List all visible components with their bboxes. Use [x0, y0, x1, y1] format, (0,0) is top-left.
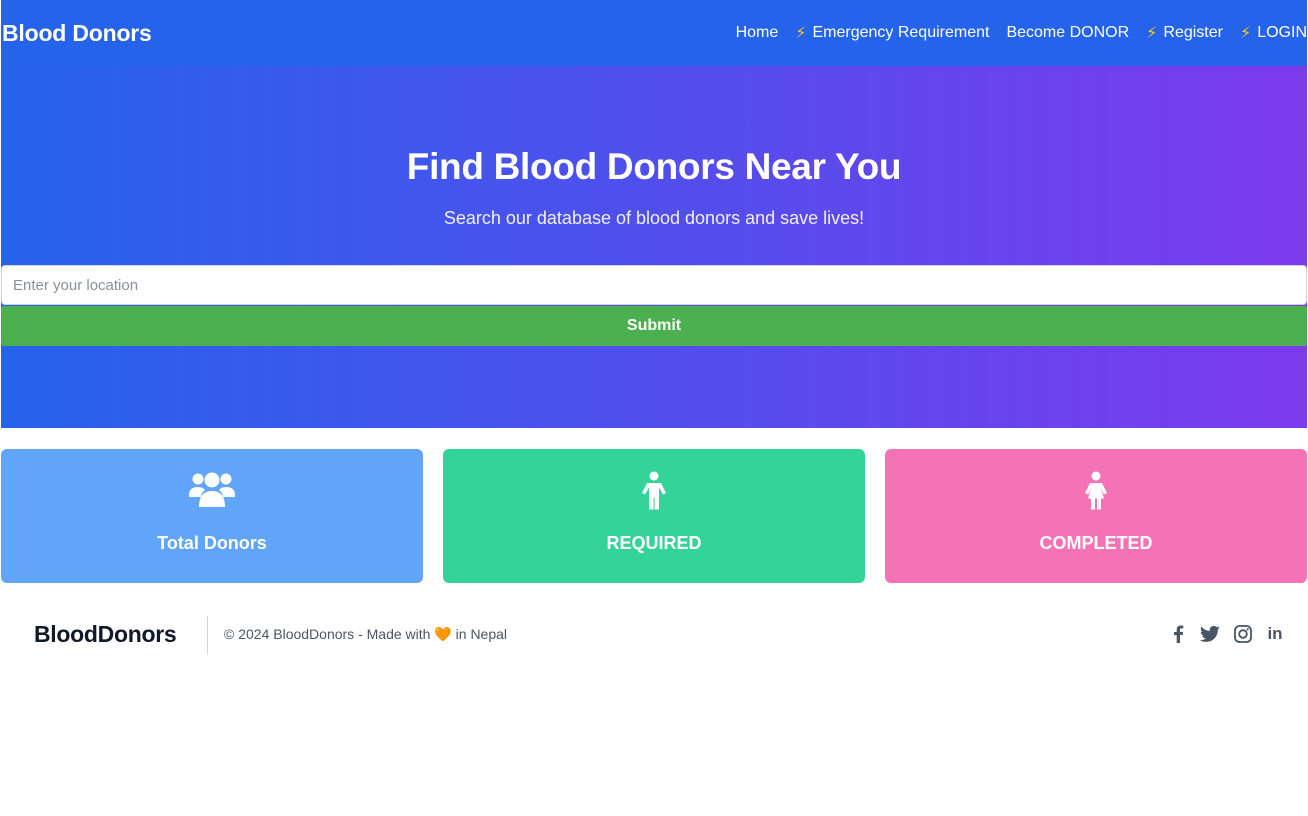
instagram-icon[interactable]: [1233, 624, 1253, 644]
twitter-icon[interactable]: [1200, 624, 1220, 644]
nav-become-donor-link[interactable]: Become DONOR: [1006, 24, 1129, 42]
nav-links: Home ⚡ Emergency Requirement Become DONO…: [736, 0, 1307, 66]
navbar: Blood Donors Home ⚡ Emergency Requiremen…: [1, 0, 1307, 66]
bolt-icon: ⚡: [795, 25, 807, 42]
nav-emergency-label: Emergency Requirement: [812, 24, 990, 41]
location-input[interactable]: [1, 265, 1307, 305]
nav-home-link[interactable]: Home: [736, 24, 779, 42]
footer-copyright: © 2024 BloodDonors - Made with 🧡 in Nepa…: [224, 626, 507, 643]
linkedin-icon[interactable]: in: [1265, 624, 1285, 644]
footer-brand[interactable]: BloodDonors: [34, 621, 177, 648]
facebook-icon[interactable]: [1168, 624, 1188, 644]
required-label: REQUIRED: [606, 533, 702, 553]
completed-card[interactable]: COMPLETED: [885, 449, 1307, 583]
brand-logo[interactable]: Blood Donors: [1, 20, 152, 47]
child-icon: [443, 471, 865, 511]
copyright-suffix: in Nepal: [455, 626, 508, 642]
bolt-icon: ⚡: [1146, 25, 1158, 42]
copyright-prefix: © 2024 BloodDonors - Made with: [224, 626, 431, 642]
nav-home-label: Home: [735, 24, 779, 41]
required-card[interactable]: REQUIRED: [443, 449, 865, 583]
nav-register-link[interactable]: ⚡ Register: [1146, 23, 1223, 43]
nav-login-label: LOGIN: [1257, 24, 1307, 41]
nav-become-donor-label: Become DONOR: [1006, 24, 1130, 41]
child-dress-icon: [885, 471, 1307, 511]
footer-divider: [207, 616, 208, 654]
completed-label: COMPLETED: [1039, 533, 1153, 553]
nav-register-label: Register: [1163, 24, 1223, 41]
hero-section: Find Blood Donors Near You Search our da…: [1, 66, 1307, 428]
heart-icon: 🧡: [434, 626, 452, 642]
nav-emergency-link[interactable]: ⚡ Emergency Requirement: [795, 23, 989, 43]
nav-login-link[interactable]: ⚡ LOGIN: [1240, 23, 1307, 43]
hero-subtitle: Search our database of blood donors and …: [443, 208, 865, 228]
submit-button[interactable]: Submit: [1, 306, 1307, 346]
total-donors-label: Total Donors: [157, 533, 267, 553]
users-icon: [1, 471, 423, 511]
footer: BloodDonors © 2024 BloodDonors - Made wi…: [0, 612, 1308, 656]
total-donors-card[interactable]: Total Donors: [1, 449, 423, 583]
hero-title: Find Blood Donors Near You: [406, 146, 902, 187]
bolt-icon: ⚡: [1239, 25, 1252, 42]
